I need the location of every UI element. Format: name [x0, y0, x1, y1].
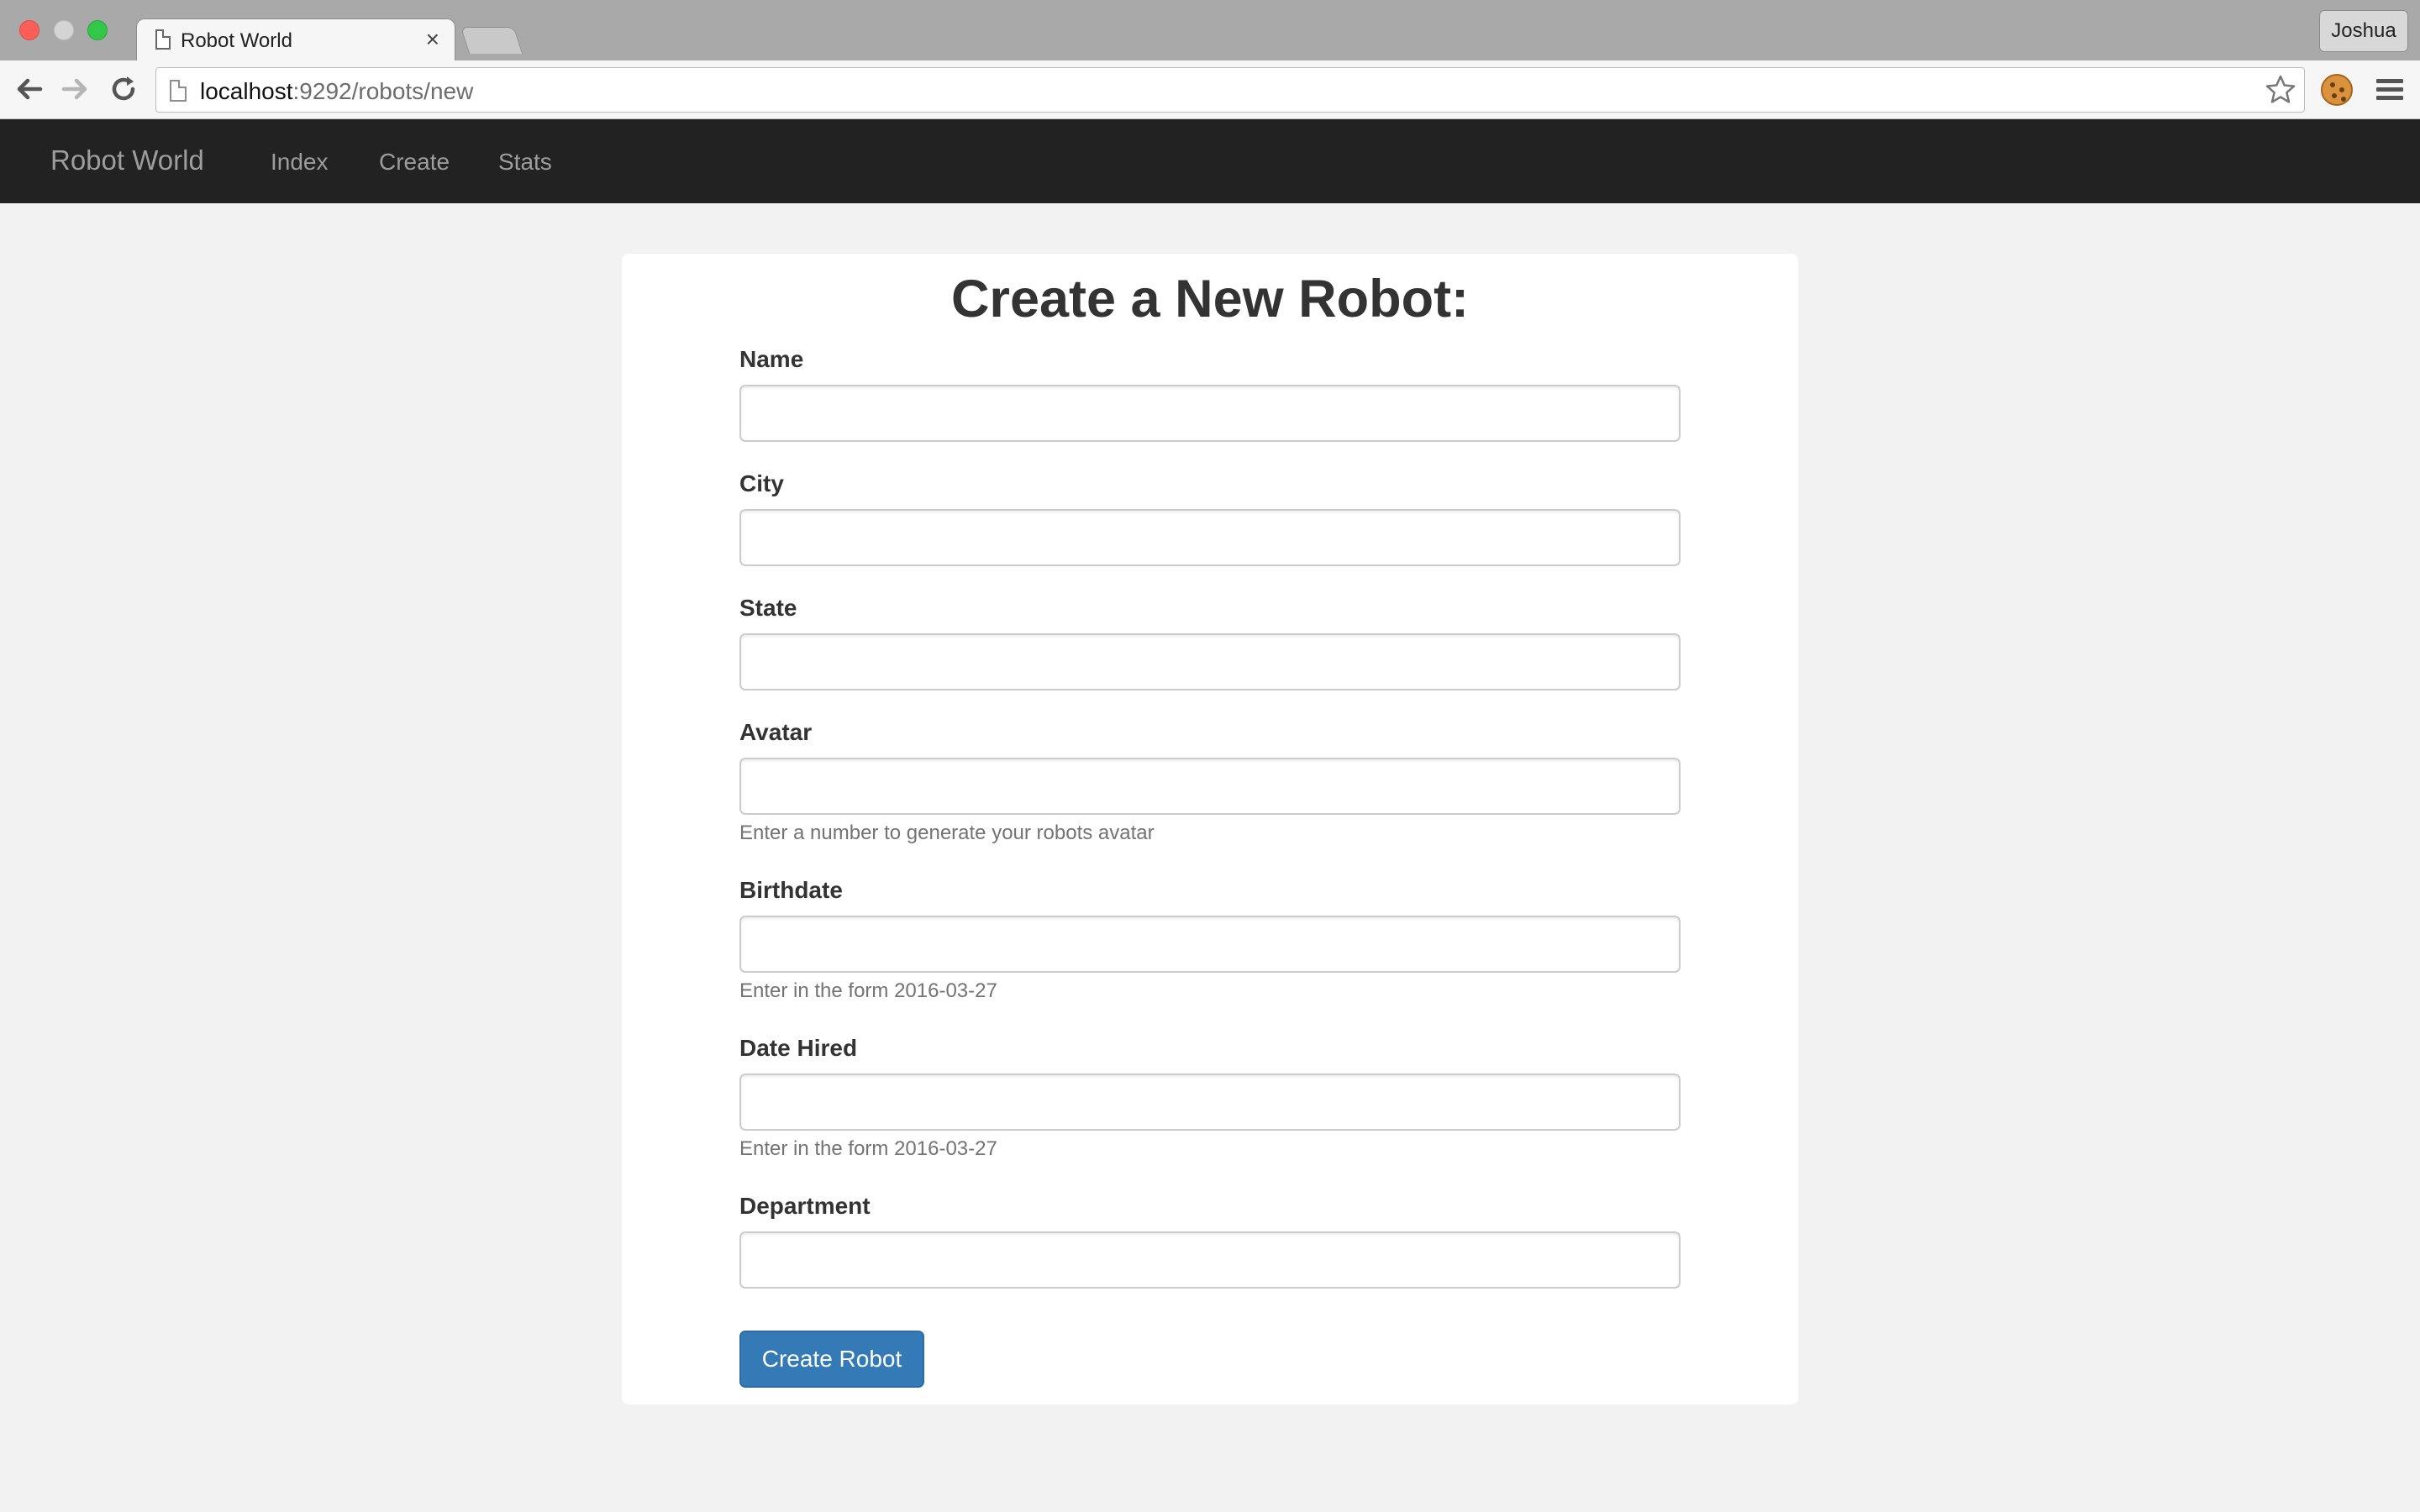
profile-button[interactable]: Joshua	[2319, 10, 2408, 52]
window-minimize-button[interactable]	[54, 20, 74, 40]
department-label: Department	[739, 1193, 871, 1219]
date-hired-help-text: Enter in the form 2016-03-27	[739, 1137, 997, 1160]
state-field[interactable]	[739, 633, 1681, 690]
avatar-field[interactable]	[739, 758, 1681, 815]
name-label: Name	[739, 346, 804, 372]
brand-link[interactable]: Robot World	[50, 144, 204, 176]
close-icon[interactable]: ×	[426, 26, 439, 53]
cookie-icon[interactable]	[2321, 74, 2353, 106]
state-label: State	[739, 595, 797, 621]
avatar-label: Avatar	[739, 719, 813, 745]
nav-link-stats[interactable]: Stats	[498, 149, 552, 176]
birthdate-field[interactable]	[739, 916, 1681, 973]
nav-link-index[interactable]: Index	[271, 149, 329, 176]
url-text[interactable]: localhost:9292/robots/new	[200, 78, 473, 105]
birthdate-help-text: Enter in the form 2016-03-27	[739, 979, 997, 1002]
date-hired-field[interactable]	[739, 1074, 1681, 1131]
forward-arrow-icon[interactable]	[59, 72, 92, 106]
browser-toolbar: localhost:9292/robots/new	[0, 60, 2420, 119]
birthdate-label: Birthdate	[739, 877, 843, 903]
nav-link-create[interactable]: Create	[379, 149, 450, 176]
name-field[interactable]	[739, 385, 1681, 442]
page-icon	[155, 29, 171, 50]
address-bar[interactable]: localhost:9292/robots/new	[155, 67, 2305, 113]
reload-icon[interactable]	[107, 72, 140, 106]
page-icon	[170, 80, 187, 102]
avatar-help-text: Enter a number to generate your robots a…	[739, 822, 1155, 844]
browser-tab[interactable]: Robot World ×	[136, 18, 455, 62]
browser-titlebar: Robot World × Joshua	[0, 0, 2420, 62]
city-field[interactable]	[739, 509, 1681, 566]
city-label: City	[739, 470, 784, 496]
tab-title: Robot World	[181, 29, 292, 52]
create-robot-button[interactable]: Create Robot	[739, 1331, 924, 1388]
menu-icon[interactable]	[2376, 79, 2403, 101]
date-hired-label: Date Hired	[739, 1035, 858, 1061]
back-arrow-icon[interactable]	[12, 72, 45, 106]
department-field[interactable]	[739, 1231, 1681, 1289]
bookmark-star-icon[interactable]	[2264, 73, 2297, 107]
create-robot-form: Create a New Robot: Name City State Avat…	[622, 254, 1798, 1404]
site-navbar: Robot World Index Create Stats	[0, 119, 2420, 203]
new-tab-button[interactable]	[460, 27, 523, 54]
window-close-button[interactable]	[19, 20, 39, 40]
window-maximize-button[interactable]	[87, 20, 108, 40]
page-title: Create a New Robot:	[950, 270, 1470, 328]
